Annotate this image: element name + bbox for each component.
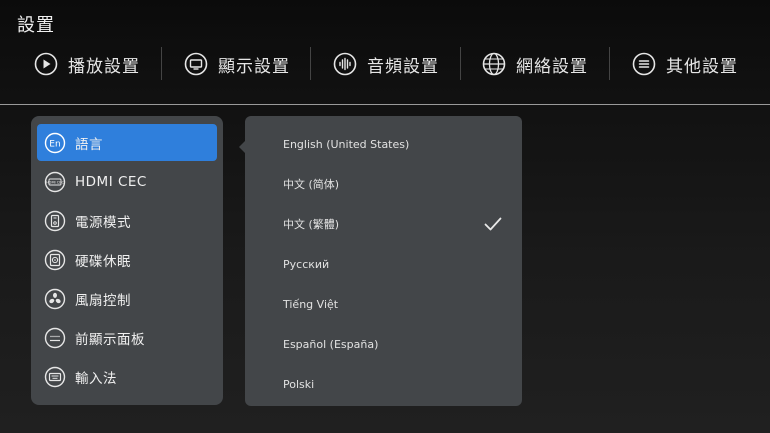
menu-item-fan-control[interactable]: 風扇控制 bbox=[37, 280, 217, 317]
tab-network-settings[interactable]: 網絡設置 bbox=[482, 40, 588, 88]
language-option[interactable]: English (United States) bbox=[245, 124, 522, 164]
tab-divider bbox=[609, 47, 610, 80]
play-circle-icon bbox=[34, 52, 58, 76]
language-option[interactable]: Español (España) bbox=[245, 324, 522, 364]
menu-item-label: 輸入法 bbox=[75, 370, 117, 387]
menu-item-disk-sleep[interactable]: 硬碟休眠 bbox=[37, 241, 217, 278]
tab-divider bbox=[460, 47, 461, 80]
tab-label: 其他設置 bbox=[666, 56, 738, 77]
language-en-icon: En bbox=[44, 132, 66, 154]
tab-label: 顯示設置 bbox=[218, 56, 290, 77]
hard-disk-icon bbox=[44, 249, 66, 271]
language-option[interactable]: 中文 (简体) bbox=[245, 164, 522, 204]
tab-audio-settings[interactable]: 音頻設置 bbox=[333, 40, 439, 88]
language-option-selected[interactable]: 中文 (繁體) bbox=[245, 204, 522, 244]
language-option[interactable]: Русский bbox=[245, 244, 522, 284]
menu-item-label: 前顯示面板 bbox=[75, 331, 145, 348]
tab-divider bbox=[310, 47, 311, 80]
menu-item-label: 風扇控制 bbox=[75, 292, 131, 309]
tab-divider bbox=[161, 47, 162, 80]
hdmi-icon-text: HDMI CEC bbox=[46, 180, 65, 184]
language-icon-text: En bbox=[49, 139, 60, 149]
tab-other-settings[interactable]: 其他設置 bbox=[632, 40, 738, 88]
display-icon bbox=[184, 52, 208, 76]
tab-underline-rule bbox=[0, 104, 770, 105]
settings-menu: En 語言 HDMI CEC HDMI CEC 電源模式 硬碟休眠 風扇控制 前… bbox=[31, 116, 223, 405]
language-option-label: 中文 (繁體) bbox=[283, 218, 340, 231]
menu-item-front-panel[interactable]: 前顯示面板 bbox=[37, 319, 217, 356]
menu-item-hdmi-cec[interactable]: HDMI CEC HDMI CEC bbox=[37, 163, 217, 200]
active-tab-indicator bbox=[682, 97, 694, 105]
fan-icon bbox=[44, 288, 66, 310]
menu-item-label: HDMI CEC bbox=[75, 173, 147, 190]
menu-item-power-mode[interactable]: 電源模式 bbox=[37, 202, 217, 239]
checkmark-icon bbox=[484, 216, 502, 232]
language-option-label: Polski bbox=[283, 377, 315, 391]
language-option[interactable]: Polski bbox=[245, 364, 522, 404]
menu-item-label: 電源模式 bbox=[75, 214, 131, 231]
tab-playback-settings[interactable]: 播放設置 bbox=[34, 40, 140, 88]
language-options-panel: English (United States) 中文 (简体) 中文 (繁體) … bbox=[245, 116, 522, 406]
list-menu-icon bbox=[632, 52, 656, 76]
page-title: 設置 bbox=[17, 15, 55, 36]
menu-item-language[interactable]: En 語言 bbox=[37, 124, 217, 161]
menu-item-input-method[interactable]: 輸入法 bbox=[37, 358, 217, 395]
tab-label: 音頻設置 bbox=[367, 56, 439, 77]
menu-item-label: 語言 bbox=[75, 136, 103, 153]
language-option-label: 中文 (简体) bbox=[283, 178, 340, 191]
language-option-label: Español (España) bbox=[283, 337, 379, 351]
settings-tab-bar: 播放設置 顯示設置 音頻設置 網絡設置 其他設置 bbox=[0, 40, 770, 88]
language-option-label: English (United States) bbox=[283, 137, 410, 151]
audio-wave-icon bbox=[333, 52, 357, 76]
hdmi-cec-icon: HDMI CEC bbox=[44, 171, 66, 193]
tab-display-settings[interactable]: 顯示設置 bbox=[184, 40, 290, 88]
globe-icon bbox=[482, 52, 506, 76]
language-option[interactable]: Tiếng Việt bbox=[245, 284, 522, 324]
language-option-label: Tiếng Việt bbox=[283, 297, 339, 311]
tab-label: 播放設置 bbox=[68, 56, 140, 77]
tab-label: 網絡設置 bbox=[516, 56, 588, 77]
keyboard-icon bbox=[44, 366, 66, 388]
front-panel-icon bbox=[44, 327, 66, 349]
menu-item-label: 硬碟休眠 bbox=[75, 253, 131, 270]
language-option-label: Русский bbox=[283, 257, 330, 271]
power-mode-icon bbox=[44, 210, 66, 232]
